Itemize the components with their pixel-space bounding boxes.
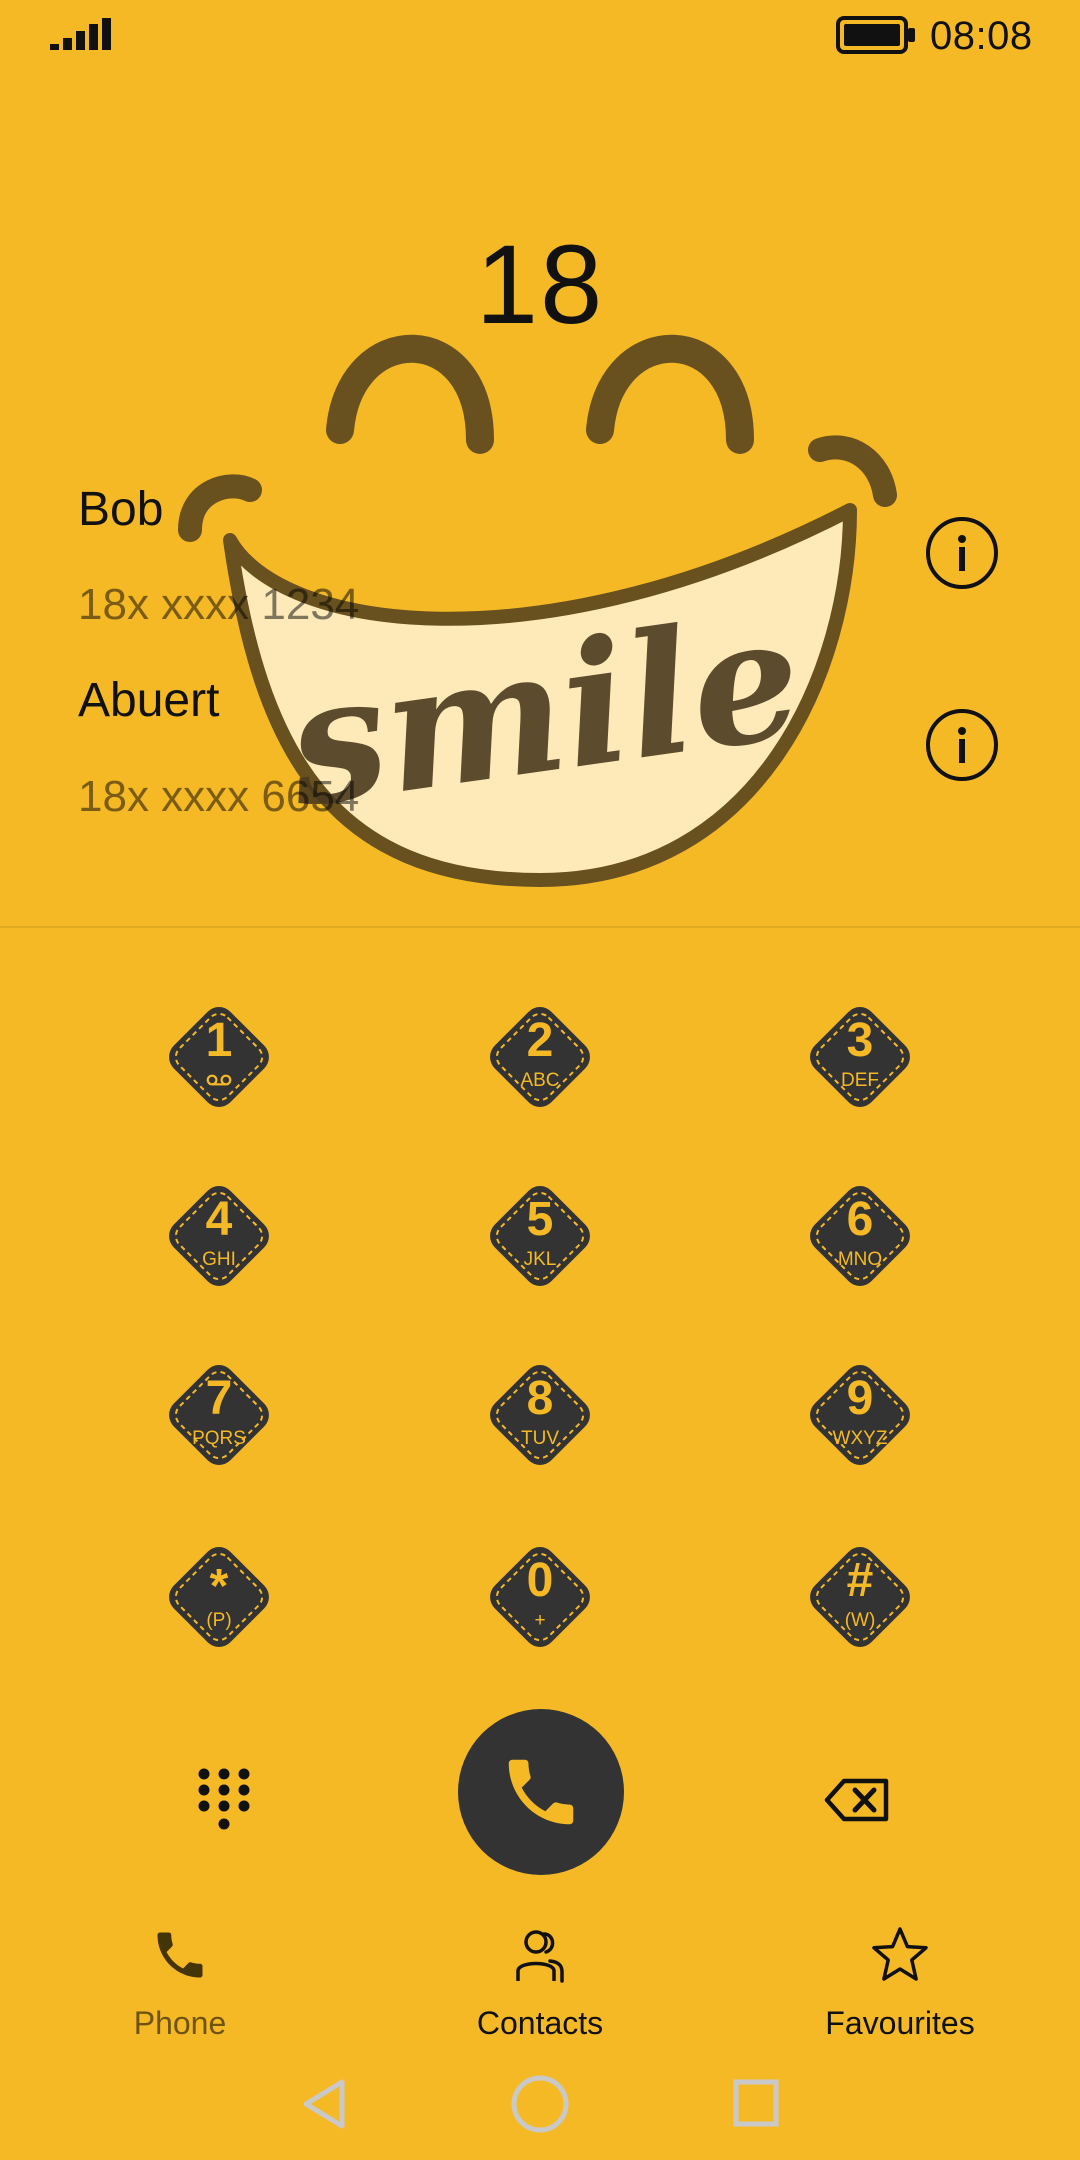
key-letters: + [534,1610,546,1631]
key-digit: 4 [205,1193,233,1246]
key-digit: 2 [526,1014,554,1067]
home-circle-icon [511,2075,569,2133]
system-home-button[interactable] [510,2074,570,2134]
tab-label: Favourites [825,2005,975,2041]
key-digit: 8 [526,1372,554,1425]
key-letters: (P) [206,1610,232,1631]
info-button[interactable] [926,517,998,589]
key-8[interactable]: 8 TUV [478,1353,602,1477]
contacts-icon [516,1930,564,1983]
dialpad-icon [198,1768,250,1830]
battery-icon [836,16,915,54]
key-letters: GHI [202,1249,236,1270]
system-recents-button[interactable] [726,2074,786,2134]
key-letters: JKL [523,1249,557,1270]
tab-contacts[interactable]: Contacts [420,1925,660,2045]
backspace-icon [824,1778,889,1822]
key-letters: (W) [844,1610,876,1631]
recents-square-icon [733,2079,779,2127]
back-triangle-icon [303,2079,345,2129]
key-2[interactable]: 2 ABC [478,995,602,1119]
key-1[interactable]: 1 [157,995,281,1119]
key-7[interactable]: 7 PQRS [157,1353,281,1477]
key-letters: WXYZ [832,1428,888,1449]
tab-label: Contacts [476,2005,604,2041]
key-letters: MNO [837,1249,883,1270]
key-digit: 7 [205,1372,233,1425]
phone-icon [157,1932,203,1978]
key-digit: * [209,1560,229,1613]
key-letters: ABC [520,1070,560,1091]
key-hash[interactable]: # (W) [798,1535,922,1659]
dialpad-toggle-button[interactable] [196,1766,252,1834]
key-digit: 0 [526,1554,554,1607]
match-name[interactable]: Abuert [78,673,219,728]
divider [0,926,1080,928]
tab-label: Phone [133,2005,227,2041]
info-button[interactable] [926,709,998,781]
system-back-button[interactable] [296,2074,356,2134]
call-button[interactable] [458,1709,624,1875]
key-digit: # [846,1554,874,1607]
star-icon [872,1927,928,1981]
key-0[interactable]: 0 + [478,1535,602,1659]
key-digit: 1 [205,1014,233,1067]
phone-icon [508,1759,574,1825]
match-number[interactable]: 18x xxxx 1234 [78,580,359,630]
key-6[interactable]: 6 MNO [798,1174,922,1298]
tab-favourites[interactable]: Favourites [780,1925,1020,2045]
clock: 08:08 [930,14,1033,58]
key-star[interactable]: * (P) [157,1535,281,1659]
key-9[interactable]: 9 WXYZ [798,1353,922,1477]
key-digit: 9 [846,1372,874,1425]
match-number[interactable]: 18x xxxx 6654 [78,772,359,822]
voicemail-icon [206,1074,232,1086]
backspace-button[interactable] [824,1778,890,1822]
tab-phone[interactable]: Phone [60,1925,300,2045]
key-4[interactable]: 4 GHI [157,1174,281,1298]
key-digit: 3 [846,1014,874,1067]
key-digit: 5 [526,1193,554,1246]
status-bar: 08:08 [0,0,1080,72]
key-5[interactable]: 5 JKL [478,1174,602,1298]
match-name[interactable]: Bob [78,482,163,537]
info-icon [958,535,966,571]
key-digit: 6 [846,1193,874,1246]
signal-icon [50,18,111,50]
info-icon [958,727,966,763]
key-letters: PQRS [192,1428,246,1449]
key-letters: TUV [521,1428,559,1449]
key-letters: DEF [841,1070,879,1091]
key-3[interactable]: 3 DEF [798,995,922,1119]
